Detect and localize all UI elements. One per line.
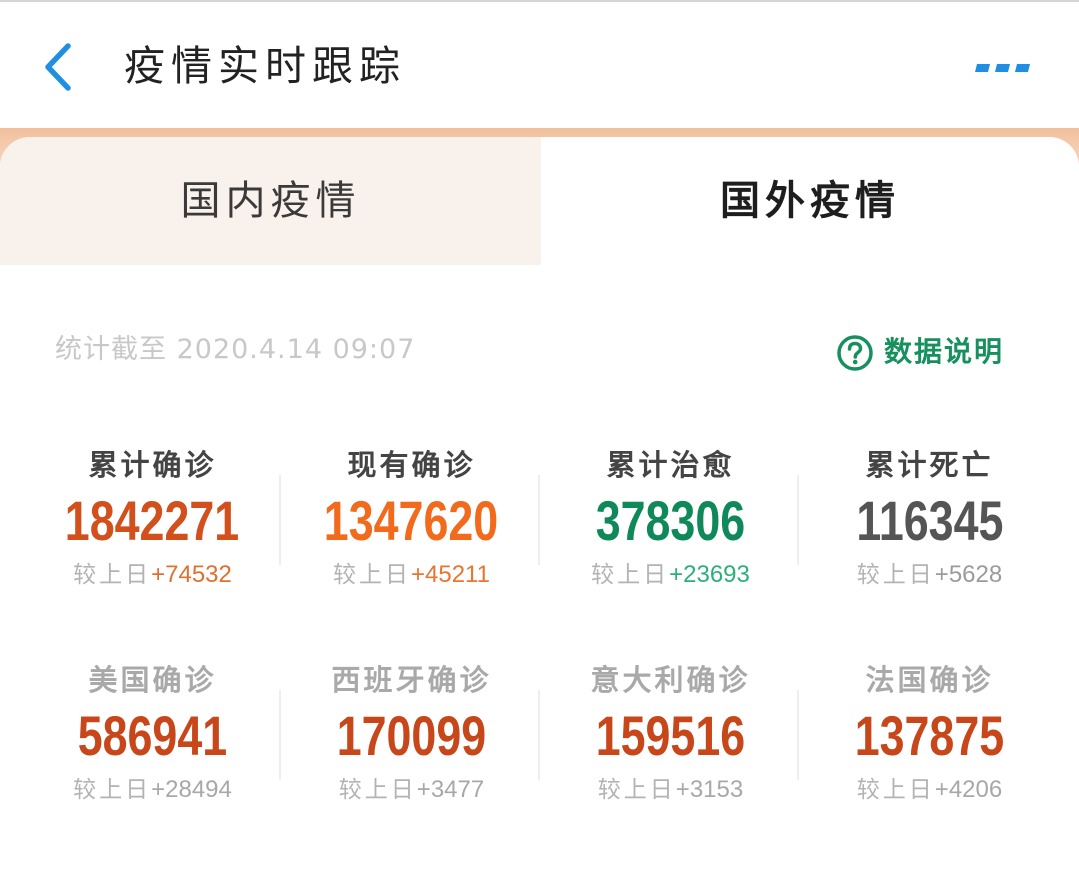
- stat-value: 586941: [77, 704, 228, 767]
- compare-label: 较上日: [591, 562, 670, 588]
- stat-delta-line: 较上日+23693: [541, 558, 800, 592]
- stat-value: 159516: [595, 704, 746, 767]
- stat-label: 累计治愈: [606, 448, 735, 482]
- stat-france-confirmed[interactable]: 法国确诊 137875 较上日+4206: [800, 660, 1059, 810]
- stat-current-confirmed[interactable]: 现有确诊 1347620 较上日+45211: [282, 445, 541, 595]
- column-divider: [279, 475, 281, 565]
- stat-delta: +5628: [934, 561, 1003, 588]
- compare-label: 较上日: [73, 777, 152, 803]
- more-icon: [975, 64, 1030, 72]
- compare-label: 较上日: [73, 562, 152, 588]
- stat-label: 累计确诊: [88, 448, 217, 482]
- question-circle-icon: [836, 334, 874, 372]
- back-button[interactable]: [36, 40, 82, 94]
- stat-delta-line: 较上日+4206: [800, 773, 1059, 807]
- header: 疫情实时跟踪: [0, 2, 1079, 130]
- stats-timestamp: 统计截至 2020.4.14 09:07: [55, 334, 416, 365]
- stat-delta: +74532: [151, 561, 232, 588]
- compare-label: 较上日: [597, 777, 676, 803]
- column-divider: [797, 690, 799, 780]
- stat-delta-line: 较上日+3477: [282, 773, 541, 807]
- stat-value: 1842271: [65, 489, 240, 552]
- stat-delta: +28494: [151, 776, 232, 803]
- stat-delta-line: 较上日+74532: [23, 558, 282, 592]
- stat-delta-line: 较上日+45211: [282, 558, 541, 592]
- tab-overseas[interactable]: 国外疫情: [541, 137, 1079, 265]
- stat-delta-line: 较上日+5628: [800, 558, 1059, 592]
- stat-value: 1347620: [324, 489, 499, 552]
- stat-delta: +4206: [934, 776, 1003, 803]
- stat-delta: +3153: [675, 776, 744, 803]
- more-button[interactable]: [968, 52, 1038, 82]
- stat-cumulative-deaths[interactable]: 累计死亡 116345 较上日+5628: [800, 445, 1059, 595]
- app-root: 疫情实时跟踪 国内疫情 国外疫情 统计截至 2020.4.14 09:07 数据…: [0, 0, 1079, 884]
- stat-cumulative-confirmed[interactable]: 累计确诊 1842271 较上日+74532: [23, 445, 282, 595]
- stat-value: 137875: [854, 704, 1005, 767]
- stat-delta: +45211: [411, 561, 490, 588]
- compare-label: 较上日: [333, 562, 411, 588]
- stat-value: 116345: [855, 489, 1004, 552]
- stat-value: 170099: [336, 704, 487, 767]
- column-divider: [538, 475, 540, 565]
- stat-delta-line: 较上日+28494: [23, 773, 282, 807]
- stat-delta: +23693: [669, 561, 750, 588]
- column-divider: [538, 690, 540, 780]
- stat-label: 西班牙确诊: [331, 663, 492, 697]
- stat-delta-line: 较上日+3153: [541, 773, 800, 807]
- compare-label: 较上日: [338, 777, 417, 803]
- compare-label: 较上日: [856, 777, 935, 803]
- data-info-label: 数据说明: [884, 335, 1005, 368]
- stat-label: 法国确诊: [865, 663, 994, 697]
- data-info-link[interactable]: 数据说明: [836, 330, 1036, 374]
- chevron-left-icon: [45, 43, 71, 91]
- stat-label: 意大利确诊: [590, 663, 751, 697]
- stat-label: 现有确诊: [347, 448, 476, 482]
- stat-cumulative-cured[interactable]: 累计治愈 378306 较上日+23693: [541, 445, 800, 595]
- page-title: 疫情实时跟踪: [124, 42, 406, 90]
- stat-delta: +3477: [416, 776, 485, 803]
- column-divider: [279, 690, 281, 780]
- stat-italy-confirmed[interactable]: 意大利确诊 159516 较上日+3153: [541, 660, 800, 810]
- stat-label: 累计死亡: [865, 448, 994, 482]
- stat-value: 378306: [595, 489, 746, 552]
- compare-label: 较上日: [856, 562, 935, 588]
- stat-spain-confirmed[interactable]: 西班牙确诊 170099 较上日+3477: [282, 660, 541, 810]
- column-divider: [797, 475, 799, 565]
- tab-domestic[interactable]: 国内疫情: [0, 137, 541, 265]
- stat-label: 美国确诊: [88, 663, 217, 697]
- stat-usa-confirmed[interactable]: 美国确诊 586941 较上日+28494: [23, 660, 282, 810]
